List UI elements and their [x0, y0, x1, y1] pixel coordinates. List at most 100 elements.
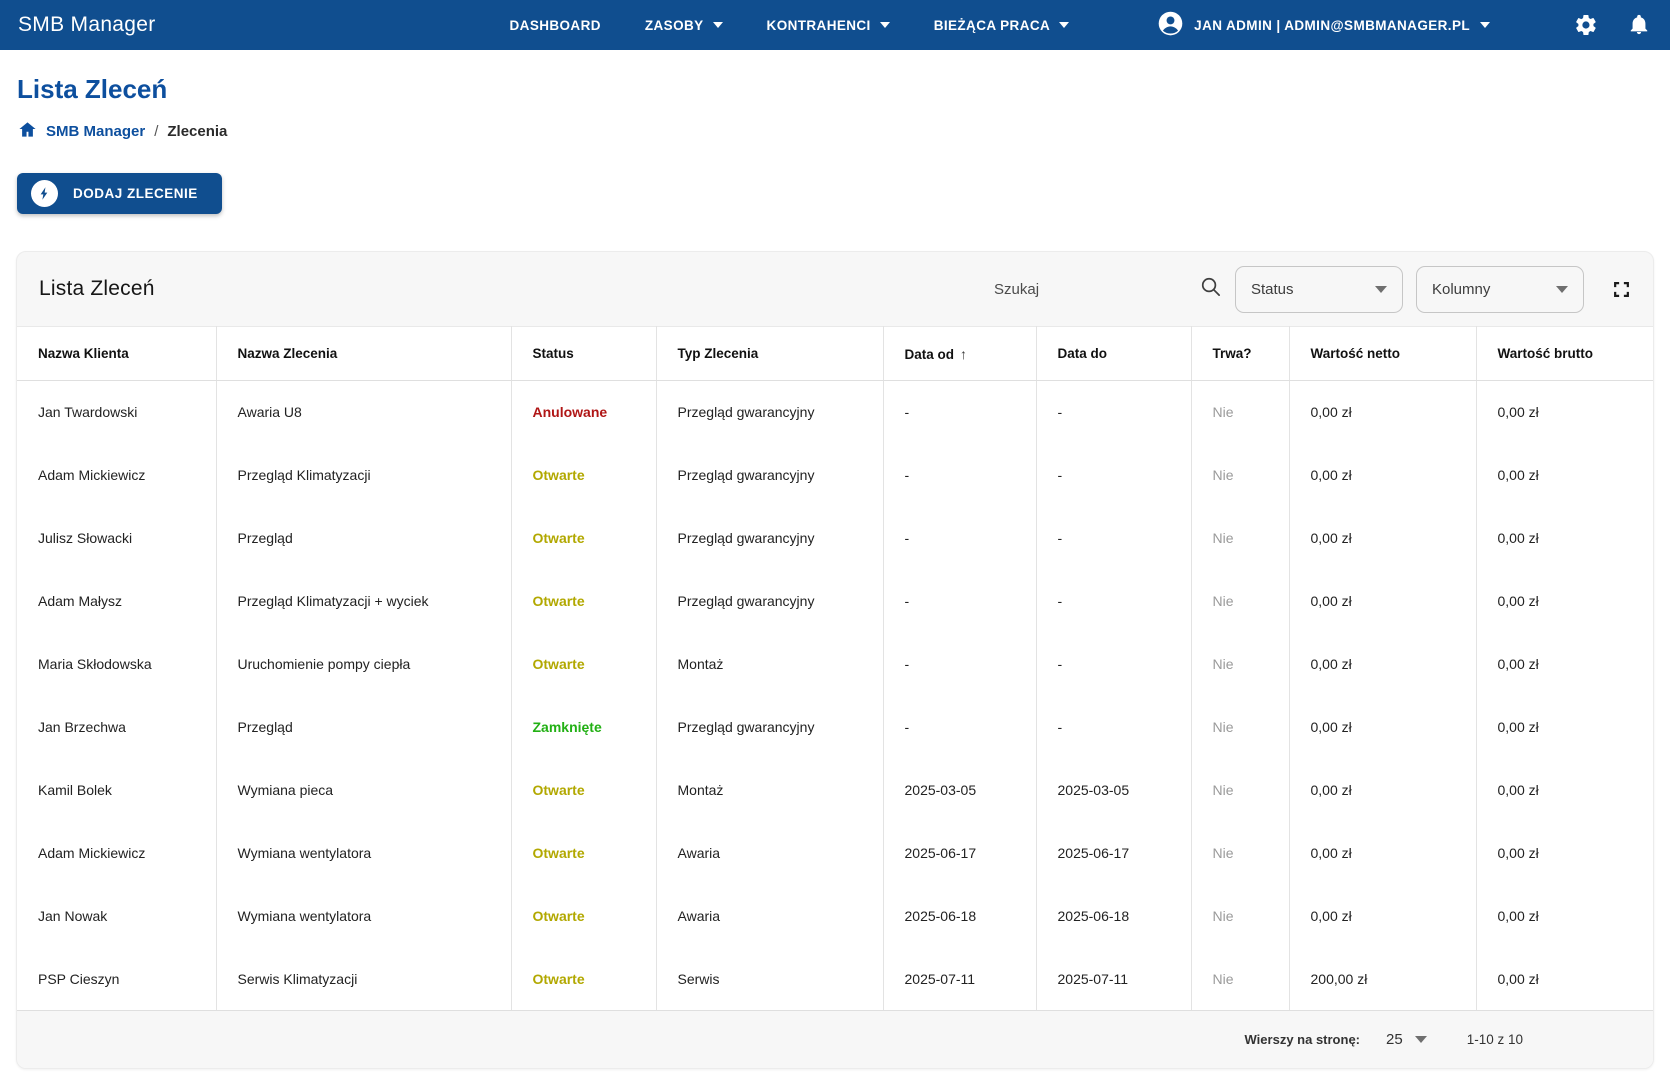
- cell-client-name: PSP Cieszyn: [17, 947, 217, 1011]
- cell-client-name: Adam Mickiewicz: [17, 443, 217, 507]
- cell-net-value: 0,00 zł: [1289, 821, 1477, 885]
- chevron-down-icon: [712, 22, 723, 28]
- cell-net-value: 0,00 zł: [1289, 380, 1477, 444]
- cell-client-name: Jan Nowak: [17, 884, 217, 948]
- notifications-bell-icon[interactable]: [1628, 13, 1650, 37]
- table-row[interactable]: Maria Skłodowska Uruchomienie pompy ciep…: [17, 632, 1653, 696]
- nav-item-kontrahenci[interactable]: KONTRAHENCI: [767, 18, 890, 33]
- cell-ongoing: Nie: [1191, 506, 1290, 570]
- col-header-date-to[interactable]: Data do: [1036, 326, 1192, 381]
- cell-net-value: 0,00 zł: [1289, 632, 1477, 696]
- columns-filter-label: Kolumny: [1432, 280, 1491, 298]
- nav-menu: DASHBOARD ZASOBY KONTRAHENCI BIEŻĄCA PRA…: [510, 10, 1650, 40]
- cell-status: Anulowane: [511, 380, 657, 444]
- cell-gross-value: 0,00 zł: [1497, 404, 1539, 421]
- nav-item-label: DASHBOARD: [509, 17, 601, 33]
- chevron-down-icon: [1059, 22, 1070, 28]
- settings-gear-icon[interactable]: [1574, 13, 1598, 37]
- cell-order-name: Awaria U8: [216, 380, 512, 444]
- nav-item-label: ZASOBY: [644, 17, 704, 33]
- col-header-gross-value[interactable]: Wartość brutto: [1476, 326, 1653, 381]
- col-header-ongoing[interactable]: Trwa?: [1191, 326, 1290, 381]
- nav-item-biezaca-praca[interactable]: BIEŻĄCA PRACA: [934, 18, 1070, 33]
- cell-status: Otwarte: [511, 506, 657, 570]
- cell-date-from: -: [883, 506, 1037, 570]
- col-header-order-name[interactable]: Nazwa Zlecenia: [216, 326, 512, 381]
- add-order-button[interactable]: DODAJ ZLECENIE: [17, 173, 222, 214]
- cell-order-type: Przegląd gwarancyjny: [656, 443, 884, 507]
- nav-item-zasoby[interactable]: ZASOBY: [645, 18, 723, 33]
- table-row[interactable]: Julisz Słowacki Przegląd Otwarte Przeglą…: [17, 506, 1653, 570]
- cell-order-name: Serwis Klimatyzacji: [216, 947, 512, 1011]
- chevron-down-icon[interactable]: [1414, 1036, 1427, 1043]
- breadcrumb: SMB Manager / Zlecenia: [18, 120, 1670, 143]
- cell-status: Otwarte: [511, 947, 657, 1011]
- rows-per-page-value[interactable]: 25: [1386, 1031, 1403, 1048]
- user-menu[interactable]: JAN ADMIN | ADMIN@SMBMANAGER.PL: [1157, 10, 1490, 40]
- cell-ongoing: Nie: [1191, 695, 1290, 759]
- cell-status: Otwarte: [511, 443, 657, 507]
- search-input[interactable]: [994, 280, 1199, 298]
- cell-date-from: 2025-03-05: [883, 758, 1037, 822]
- chevron-down-icon: [1556, 285, 1568, 293]
- cell-net-value: 200,00 zł: [1289, 947, 1477, 1011]
- cell-order-name: Przegląd Klimatyzacji: [216, 443, 512, 507]
- home-icon[interactable]: [18, 120, 37, 143]
- orders-table: Nazwa Klienta Nazwa Zlecenia Status Typ …: [17, 326, 1653, 1011]
- table-row[interactable]: Adam Mickiewicz Przegląd Klimatyzacji Ot…: [17, 443, 1653, 507]
- cell-date-to: -: [1036, 695, 1192, 759]
- table-row[interactable]: PSP Cieszyn Serwis Klimatyzacji Otwarte …: [17, 947, 1653, 1011]
- cell-order-type: Awaria: [656, 884, 884, 948]
- table-controls: Status Kolumny: [994, 265, 1631, 313]
- cell-date-to: -: [1036, 443, 1192, 507]
- col-header-label: Data od: [904, 346, 955, 362]
- table-row[interactable]: Jan Brzechwa Przegląd Zamknięte Przegląd…: [17, 695, 1653, 759]
- cell-client-name: Adam Mickiewicz: [17, 821, 217, 885]
- cell-order-type: Przegląd gwarancyjny: [656, 695, 884, 759]
- cell-order-type: Montaż: [656, 632, 884, 696]
- table-row[interactable]: Jan Nowak Wymiana wentylatora Otwarte Aw…: [17, 884, 1653, 948]
- cell-client-name: Kamil Bolek: [17, 758, 217, 822]
- top-navbar: SMB Manager DASHBOARD ZASOBY KONTRAHENCI…: [0, 0, 1670, 50]
- fullscreen-icon[interactable]: [1612, 280, 1631, 299]
- cell-gross-value: 0,00 zł: [1497, 593, 1539, 609]
- col-header-order-type[interactable]: Typ Zlecenia: [656, 326, 884, 381]
- table-row[interactable]: Adam Małysz Przegląd Klimatyzacji + wyci…: [17, 569, 1653, 633]
- status-filter-select[interactable]: Status: [1235, 265, 1403, 313]
- pagination-range: 1-10 z 10: [1466, 1032, 1523, 1047]
- nav-item-label: KONTRAHENCI: [766, 17, 871, 33]
- cell-client-name: Adam Małysz: [17, 569, 217, 633]
- app-brand: SMB Manager: [18, 13, 156, 36]
- cell-net-value: 0,00 zł: [1289, 569, 1477, 633]
- cell-date-from: 2025-06-18: [883, 884, 1037, 948]
- cell-status: Otwarte: [511, 884, 657, 948]
- table-row[interactable]: Kamil Bolek Wymiana pieca Otwarte Montaż…: [17, 758, 1653, 822]
- cell-date-to: -: [1036, 506, 1192, 570]
- cell-ongoing: Nie: [1191, 758, 1290, 822]
- cell-order-type: Przegląd gwarancyjny: [656, 380, 884, 444]
- cell-ongoing: Nie: [1191, 569, 1290, 633]
- cell-ongoing: Nie: [1191, 821, 1290, 885]
- breadcrumb-separator: /: [154, 123, 159, 140]
- cell-date-from: -: [883, 632, 1037, 696]
- table-row[interactable]: Jan Twardowski Awaria U8 Anulowane Przeg…: [17, 380, 1653, 444]
- columns-filter-select[interactable]: Kolumny: [1416, 265, 1584, 313]
- cell-date-from: -: [883, 695, 1037, 759]
- breadcrumb-current: Zlecenia: [167, 123, 228, 140]
- col-header-client[interactable]: Nazwa Klienta: [17, 326, 217, 381]
- chevron-down-icon: [1480, 22, 1490, 28]
- nav-item-dashboard[interactable]: DASHBOARD: [510, 18, 601, 33]
- col-header-status[interactable]: Status: [511, 326, 657, 381]
- col-header-date-from[interactable]: Data od ↑: [883, 326, 1037, 381]
- cell-status: Otwarte: [511, 758, 657, 822]
- breadcrumb-home-link[interactable]: SMB Manager: [46, 123, 145, 140]
- cell-date-to: -: [1036, 380, 1192, 444]
- sort-ascending-icon[interactable]: ↑: [960, 346, 967, 362]
- add-order-button-label: DODAJ ZLECENIE: [73, 186, 198, 201]
- cell-gross-value: 0,00 zł: [1497, 782, 1539, 798]
- col-header-net-value[interactable]: Wartość netto: [1289, 326, 1477, 381]
- search-icon[interactable]: [1199, 275, 1222, 303]
- cell-net-value: 0,00 zł: [1289, 884, 1477, 948]
- cell-net-value: 0,00 zł: [1289, 506, 1477, 570]
- table-row[interactable]: Adam Mickiewicz Wymiana wentylatora Otwa…: [17, 821, 1653, 885]
